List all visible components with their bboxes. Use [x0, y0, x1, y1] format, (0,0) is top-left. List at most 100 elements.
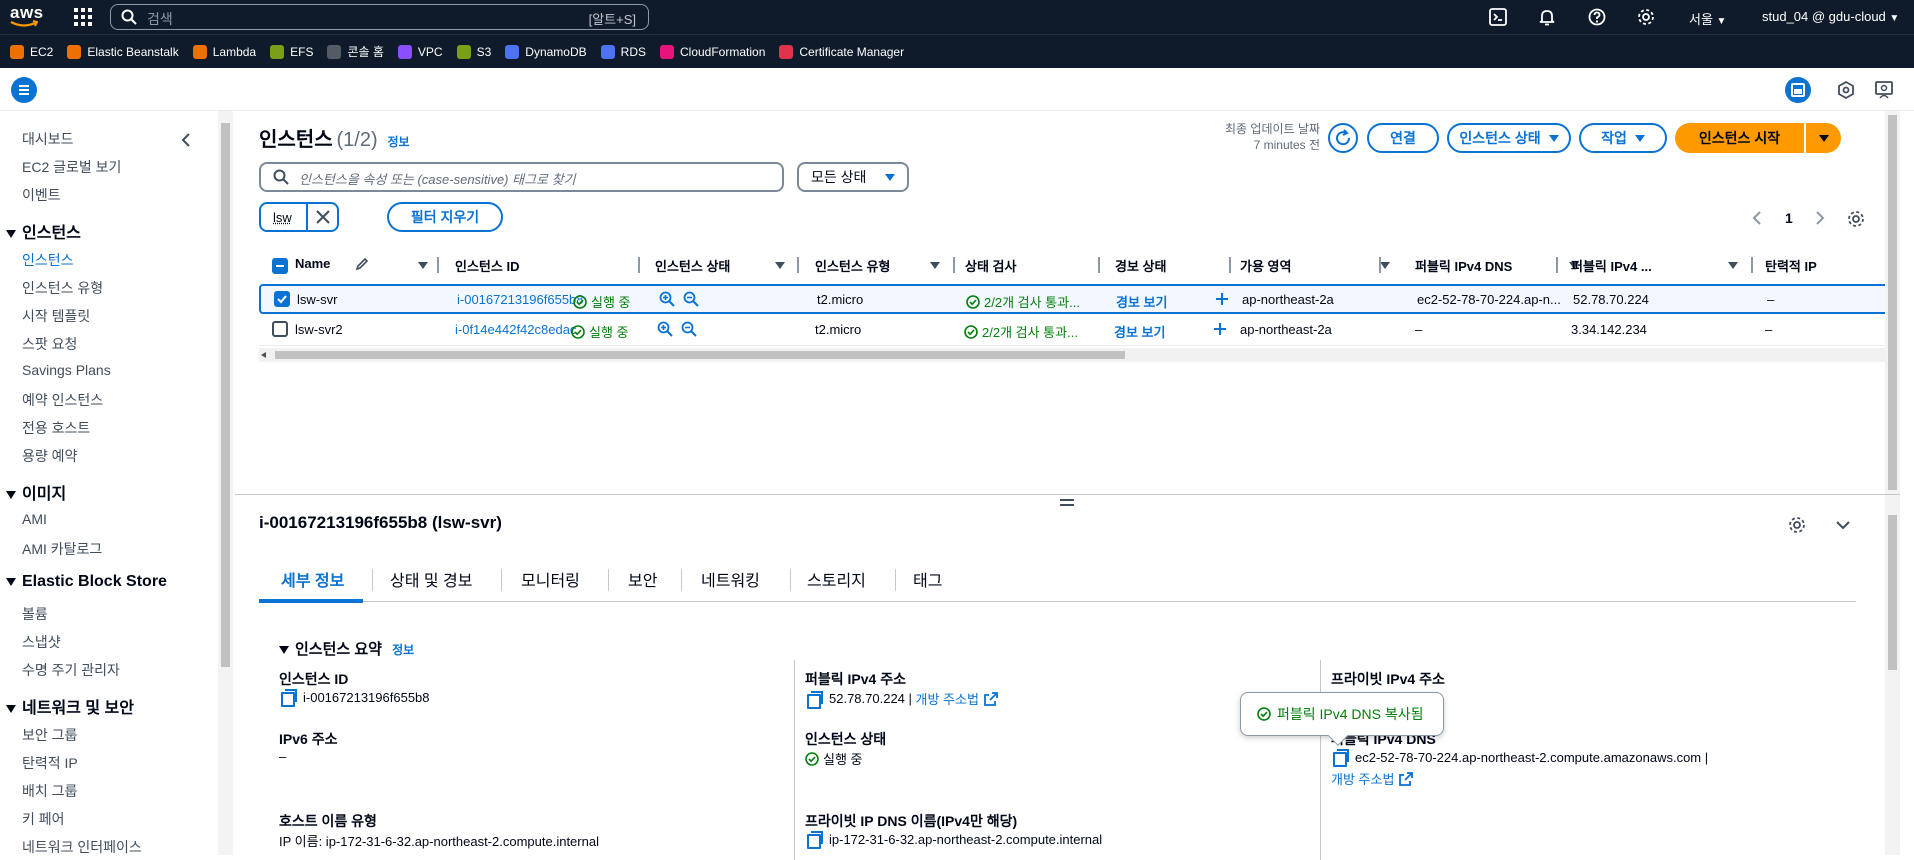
favorite-콘솔-홈[interactable]: 콘솔 홈	[327, 43, 383, 60]
sort-caret-icon[interactable]	[930, 262, 940, 269]
instances-filter-input[interactable]: 인스턴스을 속성 또는 (case-sensitive) 태그로 찾기	[259, 162, 784, 192]
column-header[interactable]: 퍼블릭 IPv4 ...	[1571, 256, 1652, 275]
collapse-panel-icon[interactable]	[1836, 520, 1850, 530]
sidebar-item[interactable]: 전용 호스트	[22, 418, 90, 438]
global-search-input[interactable]: 검색 [알트+S]	[110, 4, 649, 30]
sidebar-item[interactable]: 스팟 요청	[22, 334, 77, 354]
sort-caret-icon[interactable]	[1380, 262, 1390, 269]
info-link[interactable]: 정보	[388, 135, 410, 149]
sidebar-item[interactable]: 인스턴스	[22, 250, 74, 270]
sidebar-item[interactable]: Savings Plans	[22, 362, 111, 378]
row-checkbox[interactable]	[272, 321, 288, 337]
column-header[interactable]: 인스턴스 유형	[815, 256, 890, 275]
clear-filters-button[interactable]: 필터 지우기	[387, 202, 503, 232]
sidebar-section-header[interactable]: Elastic Block Store	[6, 573, 167, 591]
sort-caret-icon[interactable]	[418, 262, 428, 269]
feedback-icon[interactable]	[1874, 80, 1894, 100]
settings-gear-icon[interactable]	[1637, 8, 1655, 26]
cell-alarm[interactable]: 경보 보기	[1116, 292, 1167, 311]
open-address-link-2[interactable]: 개방 주소법	[1331, 769, 1394, 788]
table-scrollbar[interactable]	[1885, 111, 1900, 494]
zoom-in-icon[interactable]	[659, 291, 675, 307]
refresh-button[interactable]	[1328, 123, 1358, 153]
favorite-elastic-beanstalk[interactable]: Elastic Beanstalk	[67, 45, 178, 59]
panel-settings-icon[interactable]	[1788, 516, 1806, 534]
notifications-bell-icon[interactable]	[1538, 8, 1556, 26]
copy-icon[interactable]	[807, 691, 823, 707]
cell-id[interactable]: i-0f14e442f42c8edac	[455, 322, 576, 337]
column-header[interactable]: 인스턴스 ID	[455, 256, 519, 275]
sidebar-item[interactable]: AMI 카탈로그	[22, 539, 102, 559]
detail-tab[interactable]: 세부 정보	[281, 567, 344, 591]
sidebar-item[interactable]: 키 페어	[22, 809, 65, 829]
open-address-link[interactable]: 개방 주소법	[916, 689, 979, 708]
select-all-checkbox[interactable]	[272, 258, 288, 274]
table-row[interactable]: lsw-svr2 i-0f14e442f42c8edac 실행 중 t2.micro 2…	[259, 316, 1899, 346]
sidebar-section-header[interactable]: 이미지	[6, 480, 66, 504]
launch-dropdown-caret[interactable]	[1806, 123, 1841, 153]
apps-grid-icon[interactable]	[74, 8, 92, 26]
copy-icon[interactable]	[1333, 749, 1349, 765]
detail-tab[interactable]: 네트워킹	[701, 567, 760, 591]
row-checkbox[interactable]	[274, 291, 290, 307]
sidebar-scrollbar[interactable]	[218, 111, 233, 855]
favorite-cloudformation[interactable]: CloudFormation	[660, 45, 765, 59]
sidebar-item[interactable]: 이벤트	[22, 185, 61, 205]
favorite-s3[interactable]: S3	[457, 45, 492, 59]
account-menu[interactable]: stud_04 @ gdu-cloud ▼	[1762, 9, 1899, 24]
zoom-in-icon[interactable]	[657, 321, 673, 337]
column-header[interactable]: 탄력적 IP	[1765, 256, 1817, 275]
summary-info-link[interactable]: 정보	[392, 643, 414, 657]
column-header[interactable]: Name	[295, 256, 330, 271]
detail-tab[interactable]: 상태 및 경보	[390, 567, 473, 591]
summary-header[interactable]: 인스턴스 요약 정보	[279, 638, 414, 659]
connect-button[interactable]: 연결	[1367, 123, 1439, 153]
table-row[interactable]: lsw-svr i-00167213196f655b8 실행 중 t2.micro 2/…	[259, 284, 1899, 314]
state-filter-select[interactable]: 모든 상태	[797, 162, 909, 192]
zoom-out-icon[interactable]	[683, 291, 699, 307]
instance-state-dropdown[interactable]: 인스턴스 상태	[1447, 123, 1571, 153]
sidebar-item[interactable]: 스냅샷	[22, 632, 61, 652]
detail-tab[interactable]: 스토리지	[807, 567, 866, 591]
detail-tab[interactable]: 보안	[628, 567, 657, 591]
add-alarm-icon[interactable]	[1215, 292, 1229, 306]
sort-caret-icon[interactable]	[775, 262, 785, 269]
copy-icon[interactable]	[281, 689, 297, 705]
prev-page-icon[interactable]	[1752, 211, 1762, 225]
sidebar-item[interactable]: 배치 그룹	[22, 781, 77, 801]
favorite-vpc[interactable]: VPC	[398, 45, 443, 59]
help-icon[interactable]	[1588, 8, 1606, 26]
favorite-lambda[interactable]: Lambda	[193, 45, 256, 59]
next-page-icon[interactable]	[1815, 211, 1825, 225]
aws-logo[interactable]: aws	[10, 6, 44, 28]
sort-caret-icon[interactable]	[1728, 262, 1738, 269]
favorite-certificate-manager[interactable]: Certificate Manager	[779, 45, 904, 59]
table-horizontal-scrollbar[interactable]	[259, 348, 1899, 362]
detail-tab[interactable]: 모니터링	[521, 567, 580, 591]
zoom-out-icon[interactable]	[681, 321, 697, 337]
favorite-ec2[interactable]: EC2	[10, 45, 53, 59]
sidebar-item[interactable]: 용량 예약	[22, 446, 77, 466]
sidebar-item[interactable]: 네트워크 인터페이스	[22, 837, 142, 855]
sidebar-item[interactable]: AMI	[22, 511, 47, 527]
sidebar-item[interactable]: 탄력적 IP	[22, 753, 78, 773]
sidebar-item[interactable]: 대시보드	[22, 129, 74, 149]
table-preferences-icon[interactable]	[1847, 210, 1865, 228]
sidebar-item[interactable]: 인스턴스 유형	[22, 278, 103, 298]
favorite-dynamodb[interactable]: DynamoDB	[505, 45, 586, 59]
region-selector[interactable]: 서울 ▼	[1689, 9, 1726, 28]
split-panel-toggle-icon[interactable]	[1785, 77, 1811, 103]
column-header[interactable]: 경보 상태	[1115, 256, 1166, 275]
column-header[interactable]: 상태 검사	[965, 256, 1016, 275]
sidebar-item[interactable]: 보안 그룹	[22, 725, 77, 745]
cloudshell-icon[interactable]	[1489, 8, 1507, 26]
copy-icon[interactable]	[807, 831, 823, 847]
tutorials-icon[interactable]	[1836, 80, 1856, 100]
page-number[interactable]: 1	[1785, 210, 1793, 226]
column-header[interactable]: 퍼블릭 IPv4 DNS	[1415, 256, 1512, 275]
resize-handle-icon[interactable]	[1060, 499, 1074, 507]
sidebar-item[interactable]: 볼륨	[22, 604, 48, 624]
panel-scrollbar[interactable]	[1885, 495, 1900, 855]
favorite-efs[interactable]: EFS	[270, 45, 313, 59]
column-header[interactable]: 인스턴스 상태	[655, 256, 730, 275]
